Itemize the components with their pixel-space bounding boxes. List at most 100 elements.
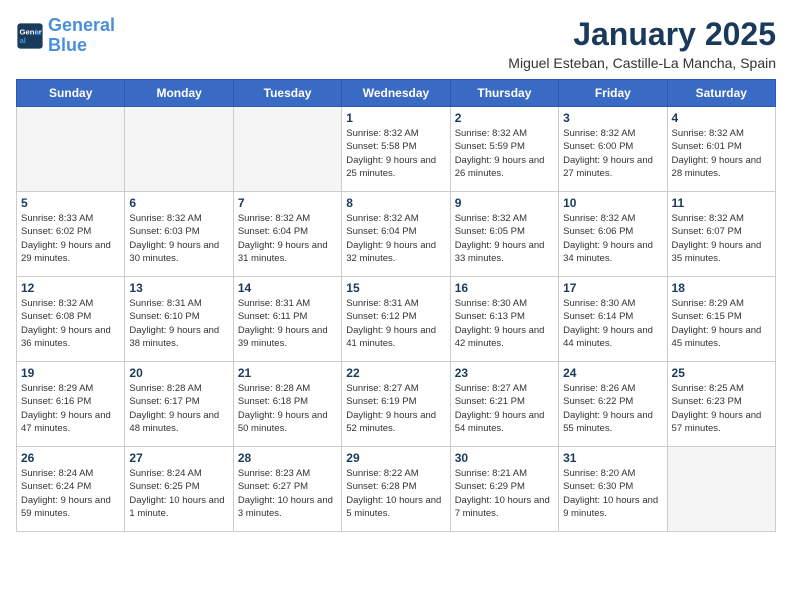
day-number: 9: [455, 196, 554, 210]
day-number: 11: [672, 196, 771, 210]
calendar-cell: 21 Sunrise: 8:28 AMSunset: 6:18 PMDayligh…: [233, 362, 341, 447]
day-info: Sunrise: 8:28 AMSunset: 6:18 PMDaylight:…: [238, 382, 337, 435]
calendar-week-row: 12 Sunrise: 8:32 AMSunset: 6:08 PMDayligh…: [17, 277, 776, 362]
day-info: Sunrise: 8:32 AMSunset: 6:01 PMDaylight:…: [672, 127, 771, 180]
day-number: 8: [346, 196, 445, 210]
calendar-week-row: 19 Sunrise: 8:29 AMSunset: 6:16 PMDayligh…: [17, 362, 776, 447]
day-number: 18: [672, 281, 771, 295]
day-info: Sunrise: 8:32 AMSunset: 6:04 PMDaylight:…: [238, 212, 337, 265]
day-info: Sunrise: 8:32 AMSunset: 5:59 PMDaylight:…: [455, 127, 554, 180]
day-number: 15: [346, 281, 445, 295]
day-info: Sunrise: 8:23 AMSunset: 6:27 PMDaylight:…: [238, 467, 337, 520]
day-info: Sunrise: 8:32 AMSunset: 6:03 PMDaylight:…: [129, 212, 228, 265]
day-number: 29: [346, 451, 445, 465]
day-info: Sunrise: 8:26 AMSunset: 6:22 PMDaylight:…: [563, 382, 662, 435]
month-title: January 2025: [508, 16, 776, 53]
day-number: 31: [563, 451, 662, 465]
day-number: 16: [455, 281, 554, 295]
weekday-header-friday: Friday: [559, 80, 667, 107]
calendar-cell: 8 Sunrise: 8:32 AMSunset: 6:04 PMDaylight…: [342, 192, 450, 277]
day-info: Sunrise: 8:30 AMSunset: 6:13 PMDaylight:…: [455, 297, 554, 350]
calendar-cell: 22Sunrise: 8:27 AMSunset: 6:19 PMDayligh…: [342, 362, 450, 447]
day-info: Sunrise: 8:32 AMSunset: 6:04 PMDaylight:…: [346, 212, 445, 265]
calendar-cell: 4 Sunrise: 8:32 AMSunset: 6:01 PMDaylight…: [667, 107, 775, 192]
logo-icon: Gener al: [16, 22, 44, 50]
weekday-header-sunday: Sunday: [17, 80, 125, 107]
calendar-cell: 2 Sunrise: 8:32 AMSunset: 5:59 PMDaylight…: [450, 107, 558, 192]
calendar-cell: 1 Sunrise: 8:32 AMSunset: 5:58 PMDaylight…: [342, 107, 450, 192]
day-number: 4: [672, 111, 771, 125]
day-number: 6: [129, 196, 228, 210]
day-number: 2: [455, 111, 554, 125]
calendar-week-row: 5 Sunrise: 8:33 AMSunset: 6:02 PMDaylight…: [17, 192, 776, 277]
day-info: Sunrise: 8:25 AMSunset: 6:23 PMDaylight:…: [672, 382, 771, 435]
day-info: Sunrise: 8:32 AMSunset: 6:08 PMDaylight:…: [21, 297, 120, 350]
day-number: 17: [563, 281, 662, 295]
calendar-table: SundayMondayTuesdayWednesdayThursdayFrid…: [16, 79, 776, 532]
calendar-cell: 29 Sunrise: 8:22 AMSunset: 6:28 PMDayligh…: [342, 447, 450, 532]
day-info: Sunrise: 8:31 AMSunset: 6:10 PMDaylight:…: [129, 297, 228, 350]
calendar-cell: [17, 107, 125, 192]
calendar-cell: 16 Sunrise: 8:30 AMSunset: 6:13 PMDayligh…: [450, 277, 558, 362]
calendar-cell: 18Sunrise: 8:29 AMSunset: 6:15 PMDayligh…: [667, 277, 775, 362]
weekday-header-thursday: Thursday: [450, 80, 558, 107]
day-info: Sunrise: 8:31 AMSunset: 6:11 PMDaylight:…: [238, 297, 337, 350]
calendar-cell: 24 Sunrise: 8:26 AMSunset: 6:22 PMDayligh…: [559, 362, 667, 447]
day-number: 12: [21, 281, 120, 295]
day-info: Sunrise: 8:32 AMSunset: 6:00 PMDaylight:…: [563, 127, 662, 180]
weekday-header-saturday: Saturday: [667, 80, 775, 107]
day-info: Sunrise: 8:29 AMSunset: 6:16 PMDaylight:…: [21, 382, 120, 435]
calendar-cell: 17 Sunrise: 8:30 AMSunset: 6:14 PMDayligh…: [559, 277, 667, 362]
calendar-cell: 15Sunrise: 8:31 AMSunset: 6:12 PMDayligh…: [342, 277, 450, 362]
day-number: 14: [238, 281, 337, 295]
day-number: 21: [238, 366, 337, 380]
day-info: Sunrise: 8:32 AMSunset: 6:05 PMDaylight:…: [455, 212, 554, 265]
day-number: 28: [238, 451, 337, 465]
day-info: Sunrise: 8:32 AMSunset: 6:07 PMDaylight:…: [672, 212, 771, 265]
day-number: 30: [455, 451, 554, 465]
logo-text-line1: General: [48, 16, 115, 36]
weekday-header-wednesday: Wednesday: [342, 80, 450, 107]
day-info: Sunrise: 8:32 AMSunset: 5:58 PMDaylight:…: [346, 127, 445, 180]
day-number: 7: [238, 196, 337, 210]
day-number: 22: [346, 366, 445, 380]
calendar-cell: 28 Sunrise: 8:23 AMSunset: 6:27 PMDayligh…: [233, 447, 341, 532]
day-info: Sunrise: 8:21 AMSunset: 6:29 PMDaylight:…: [455, 467, 554, 520]
calendar-week-row: 1 Sunrise: 8:32 AMSunset: 5:58 PMDaylight…: [17, 107, 776, 192]
day-info: Sunrise: 8:24 AMSunset: 6:25 PMDaylight:…: [129, 467, 228, 520]
calendar-cell: 7 Sunrise: 8:32 AMSunset: 6:04 PMDaylight…: [233, 192, 341, 277]
logo-text-line2: Blue: [48, 36, 115, 56]
title-area: January 2025 Miguel Esteban, Castille-La…: [508, 16, 776, 71]
day-info: Sunrise: 8:27 AMSunset: 6:21 PMDaylight:…: [455, 382, 554, 435]
day-number: 13: [129, 281, 228, 295]
calendar-cell: 6 Sunrise: 8:32 AMSunset: 6:03 PMDaylight…: [125, 192, 233, 277]
calendar-cell: 31 Sunrise: 8:20 AMSunset: 6:30 PMDayligh…: [559, 447, 667, 532]
day-number: 25: [672, 366, 771, 380]
calendar-cell: 5 Sunrise: 8:33 AMSunset: 6:02 PMDaylight…: [17, 192, 125, 277]
calendar-cell: 13 Sunrise: 8:31 AMSunset: 6:10 PMDayligh…: [125, 277, 233, 362]
svg-text:al: al: [20, 36, 26, 45]
calendar-cell: 25 Sunrise: 8:25 AMSunset: 6:23 PMDayligh…: [667, 362, 775, 447]
day-info: Sunrise: 8:24 AMSunset: 6:24 PMDaylight:…: [21, 467, 120, 520]
day-number: 24: [563, 366, 662, 380]
calendar-cell: 30 Sunrise: 8:21 AMSunset: 6:29 PMDayligh…: [450, 447, 558, 532]
day-info: Sunrise: 8:30 AMSunset: 6:14 PMDaylight:…: [563, 297, 662, 350]
calendar-cell: [667, 447, 775, 532]
calendar-week-row: 26Sunrise: 8:24 AMSunset: 6:24 PMDayligh…: [17, 447, 776, 532]
day-number: 19: [21, 366, 120, 380]
day-info: Sunrise: 8:20 AMSunset: 6:30 PMDaylight:…: [563, 467, 662, 520]
day-info: Sunrise: 8:28 AMSunset: 6:17 PMDaylight:…: [129, 382, 228, 435]
page-header: Gener al General Blue January 2025 Migue…: [16, 16, 776, 71]
day-number: 5: [21, 196, 120, 210]
logo: Gener al General Blue: [16, 16, 115, 56]
calendar-cell: 9 Sunrise: 8:32 AMSunset: 6:05 PMDaylight…: [450, 192, 558, 277]
calendar-cell: 10Sunrise: 8:32 AMSunset: 6:06 PMDayligh…: [559, 192, 667, 277]
day-info: Sunrise: 8:33 AMSunset: 6:02 PMDaylight:…: [21, 212, 120, 265]
day-number: 20: [129, 366, 228, 380]
calendar-cell: 11 Sunrise: 8:32 AMSunset: 6:07 PMDayligh…: [667, 192, 775, 277]
day-info: Sunrise: 8:32 AMSunset: 6:06 PMDaylight:…: [563, 212, 662, 265]
day-number: 27: [129, 451, 228, 465]
day-info: Sunrise: 8:22 AMSunset: 6:28 PMDaylight:…: [346, 467, 445, 520]
day-number: 1: [346, 111, 445, 125]
calendar-cell: [125, 107, 233, 192]
